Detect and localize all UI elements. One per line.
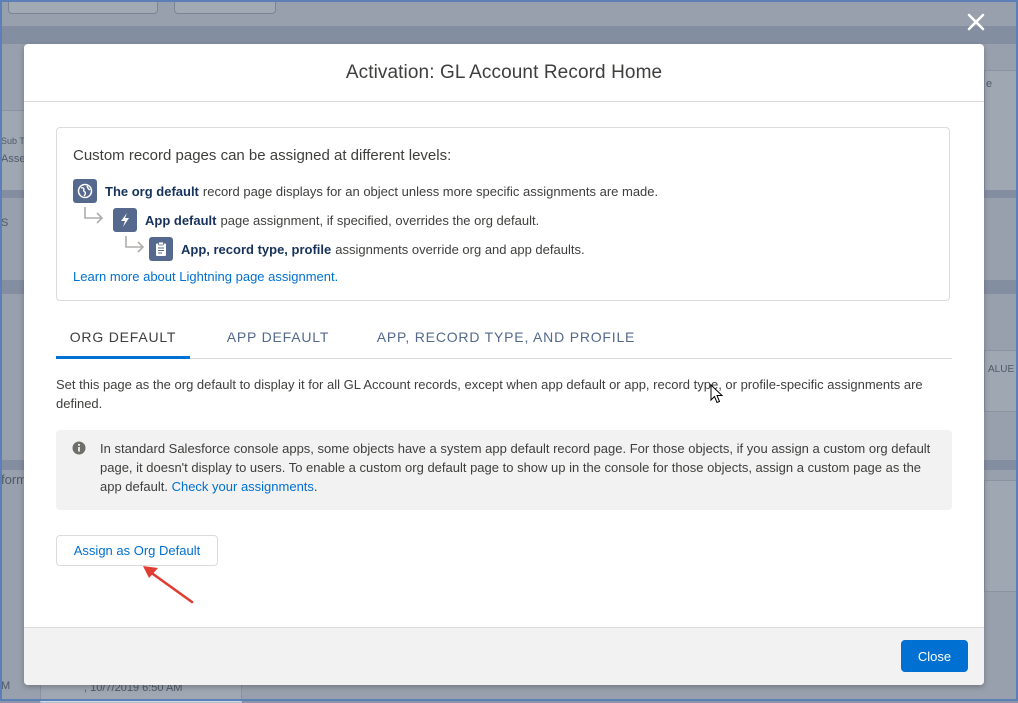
info-heading: Custom record pages can be assigned at d…: [73, 147, 452, 164]
tab-app-default[interactable]: APP DEFAULT: [218, 316, 338, 358]
info-icon: [72, 441, 86, 455]
elbow-connector-icon: [125, 236, 145, 253]
elbow-connector-icon: [84, 207, 104, 224]
console-note: In standard Salesforce console apps, som…: [56, 430, 952, 510]
note-link-suffix: .: [313, 479, 318, 494]
level-text: assignments override org and app default…: [335, 241, 585, 257]
level-org-default: The org default record page displays for…: [73, 179, 658, 203]
modal-header: Activation: GL Account Record Home: [24, 44, 984, 102]
level-text: record page displays for an object unles…: [202, 183, 659, 199]
modal-footer: Close: [24, 627, 984, 685]
close-button[interactable]: Close: [901, 640, 968, 672]
level-text: page assignment, if specified, overrides…: [220, 212, 540, 228]
modal-close-x-button[interactable]: [962, 8, 990, 36]
assignment-tabs: ORG DEFAULT APP DEFAULT APP, RECORD TYPE…: [56, 316, 952, 359]
lightning-bolt-icon: [113, 208, 137, 232]
close-icon: [967, 13, 985, 31]
annotation-arrow-icon: [143, 566, 194, 604]
activation-modal: Activation: GL Account Record Home Custo…: [24, 44, 984, 685]
level-app-record-profile: App, record type, profile assignments ov…: [149, 237, 585, 261]
level-app-default: App default page assignment, if specifie…: [113, 208, 539, 232]
globe-icon: [73, 179, 97, 203]
modal-title: Activation: GL Account Record Home: [345, 61, 663, 83]
level-title: App default: [145, 212, 217, 228]
tab-org-default[interactable]: ORG DEFAULT: [56, 316, 190, 359]
level-title: The org default: [105, 183, 199, 199]
assignment-levels-info: Custom record pages can be assigned at d…: [56, 127, 950, 301]
org-default-description: Set this page as the org default to disp…: [56, 377, 923, 411]
clipboard-icon: [149, 237, 173, 261]
check-assignments-link[interactable]: Check your assignments: [172, 479, 314, 494]
learn-more-link[interactable]: Learn more about Lightning page assignme…: [73, 269, 338, 284]
level-title: App, record type, profile: [181, 241, 332, 257]
tab-app-record-type-profile[interactable]: APP, RECORD TYPE, AND PROFILE: [370, 316, 642, 358]
mouse-cursor-icon: [710, 384, 724, 404]
